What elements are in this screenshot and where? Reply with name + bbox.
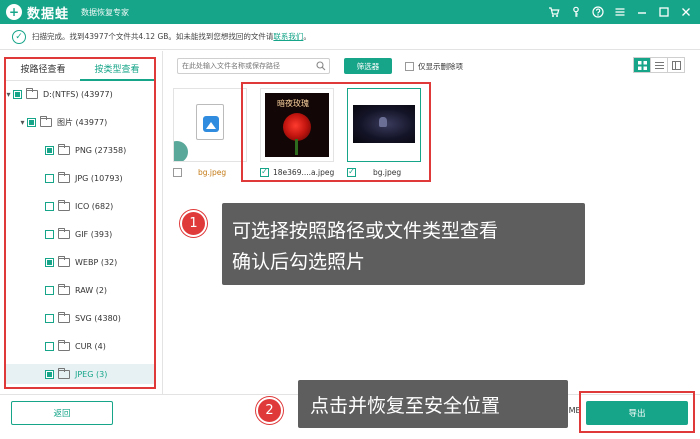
step-badge: 2	[256, 397, 283, 424]
deleted-badge	[174, 141, 188, 161]
highlight-box-files	[241, 82, 431, 182]
app-logo: + 数据蛙	[6, 3, 69, 22]
status-suffix: 。	[303, 32, 311, 41]
maximize-icon[interactable]	[657, 6, 670, 19]
highlight-box-tree	[4, 57, 156, 389]
tip-line: 点击并恢复至安全位置	[310, 395, 501, 417]
back-button[interactable]: 返回	[11, 401, 113, 425]
title-bar: + 数据蛙 数据恢复专家	[0, 0, 700, 24]
close-icon[interactable]	[679, 6, 692, 19]
file-thumbnail[interactable]	[173, 88, 247, 162]
view-mode-switch	[633, 57, 685, 73]
tip-line: 可选择按照路径或文件类型查看	[232, 220, 499, 242]
app-subtitle: 数据恢复专家	[81, 7, 130, 17]
search-input[interactable]	[182, 59, 316, 73]
tip-callout-2: 点击并恢复至安全位置	[298, 380, 568, 428]
tip-callout-1: 可选择按照路径或文件类型查看 确认后勾选照片	[222, 203, 585, 285]
contact-us-link[interactable]: 联系我们	[273, 31, 303, 42]
deleted-only-label: 仅显示删除项	[418, 61, 463, 71]
scan-status-text: 扫描完成。找到43977个文件共4.12 GB。如未能找到您想找回的文件请	[32, 32, 274, 41]
deleted-only-toggle[interactable]: 仅显示删除项	[405, 59, 463, 73]
minimize-icon[interactable]	[635, 6, 648, 19]
list-view-icon[interactable]	[651, 58, 668, 72]
cart-icon[interactable]	[547, 6, 560, 19]
checkbox[interactable]	[173, 167, 182, 177]
tip-line: 确认后勾选照片	[232, 251, 366, 273]
detail-view-icon[interactable]	[668, 58, 684, 72]
step-badge: 1	[180, 210, 207, 237]
search-icon[interactable]	[316, 61, 326, 71]
help-icon[interactable]	[591, 6, 604, 19]
file-item[interactable]: bg.jpeg	[173, 166, 226, 178]
key-icon[interactable]	[569, 6, 582, 19]
filter-button[interactable]: 筛选器	[344, 58, 392, 74]
grid-view-icon[interactable]	[634, 58, 651, 72]
check-circle-icon: ✓	[12, 29, 26, 44]
search-box[interactable]	[177, 58, 330, 74]
app-name: 数据蛙	[27, 6, 70, 22]
highlight-box-export	[579, 391, 695, 433]
logo-icon: +	[6, 4, 22, 20]
scan-status-bar: ✓ 扫描完成。找到43977个文件共4.12 GB。如未能找到您想找回的文件请 …	[0, 24, 700, 50]
checkbox[interactable]	[405, 61, 414, 71]
file-name-label: bg.jpeg	[198, 167, 227, 177]
image-file-icon	[196, 104, 224, 140]
menu-icon[interactable]	[613, 6, 626, 19]
